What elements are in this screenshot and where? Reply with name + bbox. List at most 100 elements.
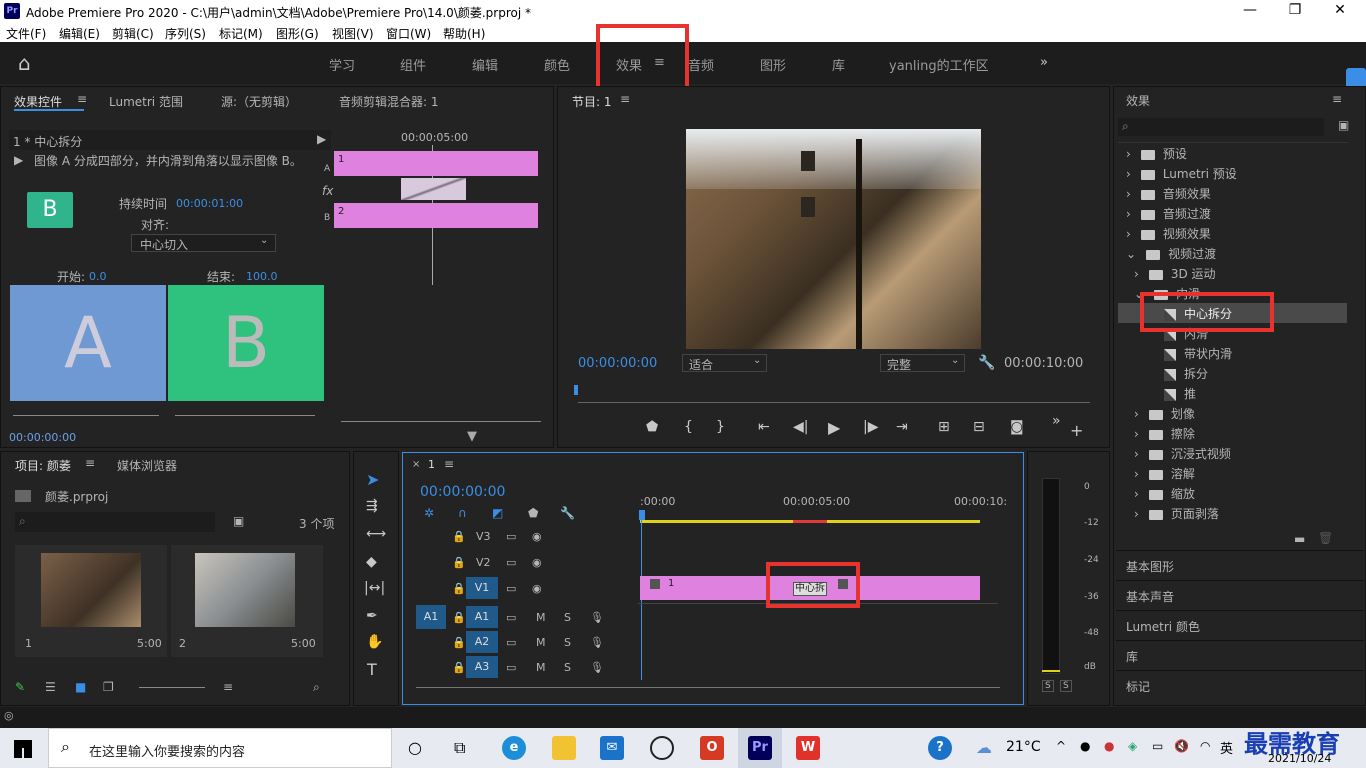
weather-text[interactable]: 21°C [1006, 739, 1041, 755]
tab-project[interactable]: 项目: 颜萎 [15, 457, 71, 474]
sync-lock-icon[interactable]: ▭ [506, 661, 516, 674]
list-view-icon[interactable]: ☰ [45, 680, 56, 694]
step-back-icon[interactable]: ◀| [793, 419, 808, 435]
go-to-in-icon[interactable]: ⇤ [758, 419, 770, 435]
lock-icon[interactable]: 🔒 [452, 611, 466, 624]
workspace-editing[interactable]: 编辑 [472, 55, 498, 74]
new-preset-bin-icon[interactable]: ▣ [1338, 118, 1349, 132]
mute-button[interactable]: M [536, 661, 546, 674]
cortana-icon[interactable]: ○ [408, 738, 422, 757]
menu-graphics[interactable]: 图形(G) [276, 25, 319, 42]
fit-dropdown[interactable]: 适合 ⌄ [682, 354, 767, 372]
minimize-button[interactable]: — [1240, 2, 1260, 18]
panel-menu-icon[interactable]: ≡ [77, 92, 87, 106]
tab-program[interactable]: 节目: 1 [572, 93, 612, 110]
folder-lumetri-presets[interactable]: › Lumetri 预设 [1126, 165, 1237, 182]
ec-zoom-scrollbar[interactable] [341, 421, 541, 422]
go-to-out-icon[interactable]: ⇥ [896, 419, 908, 435]
mark-in-icon[interactable]: { [684, 419, 693, 435]
home-icon[interactable]: ⌂ [18, 51, 31, 75]
workspace-libraries[interactable]: 库 [832, 55, 845, 74]
app-icon[interactable] [650, 736, 674, 760]
selection-tool-icon[interactable]: ➤ [366, 470, 379, 489]
sync-lock-icon[interactable]: ▭ [506, 611, 516, 624]
folder-audio-transitions[interactable]: › 音频过渡 [1126, 205, 1211, 222]
tray-icon[interactable]: ● [1080, 739, 1090, 753]
folder-wipe[interactable]: › 擦除 [1134, 425, 1195, 442]
share-icon[interactable] [1346, 68, 1366, 88]
type-tool-icon[interactable]: T [367, 660, 377, 679]
workspace-audio[interactable]: 音频 [688, 55, 714, 74]
tab-source[interactable]: 源:（无剪辑） [221, 93, 297, 110]
folder-zoom[interactable]: › 缩放 [1134, 485, 1195, 502]
ime-indicator[interactable]: 英 [1220, 738, 1233, 757]
security-icon[interactable]: ◈ [1128, 739, 1137, 753]
duration-value[interactable]: 00:00:01:00 [176, 197, 243, 210]
solo-button[interactable]: S [564, 661, 571, 674]
workspace-graphics[interactable]: 图形 [760, 55, 786, 74]
linked-selection-icon[interactable]: ∩ [458, 506, 467, 520]
folder-immersive-video[interactable]: › 沉浸式视频 [1134, 445, 1231, 462]
folder-page-peel[interactable]: › 页面剥落 [1134, 505, 1219, 522]
taskbar-date[interactable]: 2021/10/24 [1268, 752, 1331, 765]
lock-icon[interactable]: 🔒 [452, 582, 466, 595]
mic-icon[interactable]: 🎙 [590, 661, 604, 674]
wps-icon[interactable]: W [796, 736, 820, 760]
folder-audio-effects[interactable]: › 音频效果 [1126, 185, 1211, 202]
expand-arrow-icon[interactable]: ▶ [317, 132, 326, 146]
task-view-icon[interactable]: ⧉ [454, 738, 465, 758]
panel-essential-sound[interactable]: 基本声音 [1126, 588, 1174, 605]
zoom-slider[interactable] [139, 687, 205, 688]
menu-sequence[interactable]: 序列(S) [165, 25, 206, 42]
track-select-icon[interactable]: ⇶ [366, 498, 378, 514]
folder-presets[interactable]: › 预设 [1126, 145, 1187, 162]
mute-button[interactable]: M [536, 611, 546, 624]
panel-markers[interactable]: 标记 [1126, 678, 1150, 695]
eye-icon[interactable]: ◉ [532, 556, 542, 569]
lift-icon[interactable]: ⊞ [938, 419, 950, 435]
add-button-icon[interactable]: + [1070, 421, 1083, 440]
pencil-icon[interactable]: ✎ [15, 680, 25, 694]
panel-essential-graphics[interactable]: 基本图形 [1126, 558, 1174, 575]
razor-icon[interactable]: ◆ [366, 554, 377, 570]
end-slider[interactable] [175, 415, 315, 416]
add-marker-tl-icon[interactable]: ◩ [492, 506, 503, 520]
sync-lock-icon[interactable]: ▭ [506, 530, 516, 543]
workspace-color[interactable]: 颜色 [544, 55, 570, 74]
effects-menu-icon[interactable]: ≡ [1332, 92, 1342, 106]
effect-split[interactable]: 拆分 [1164, 365, 1208, 382]
panel-libraries[interactable]: 库 [1126, 648, 1138, 665]
folder-iris[interactable]: › 划像 [1134, 405, 1195, 422]
more-buttons-icon[interactable]: » [1052, 413, 1061, 429]
sync-lock-icon[interactable]: ▭ [506, 556, 516, 569]
panel-lumetri-color[interactable]: Lumetri 颜色 [1126, 618, 1200, 635]
sync-lock-icon[interactable]: ▭ [506, 582, 516, 595]
play-transition-icon[interactable]: ▶ [14, 153, 23, 167]
lock-icon[interactable]: 🔒 [452, 661, 466, 674]
volume-icon[interactable]: 🔇 [1174, 739, 1189, 753]
solo-button[interactable]: S [564, 636, 571, 649]
add-marker-icon[interactable]: ⬟ [646, 419, 658, 435]
maximize-button[interactable]: ❐ [1285, 2, 1305, 18]
new-bin-icon[interactable]: ▣ [233, 514, 244, 528]
program-menu-icon[interactable]: ≡ [620, 92, 630, 106]
zoom-bar[interactable] [578, 402, 1090, 403]
program-timecode[interactable]: 00:00:00:00 [578, 356, 657, 371]
sort-icon[interactable]: ≡ [223, 680, 233, 694]
play-icon[interactable]: ▶ [828, 418, 840, 437]
tab-media-browser[interactable]: 媒体浏览器 [117, 457, 177, 474]
ec-clip-a[interactable]: 1 [334, 151, 538, 176]
folder-video-transitions[interactable]: ⌄ 视频过渡 [1126, 245, 1216, 262]
end-value[interactable]: 100.0 [246, 270, 278, 283]
workspace-assembly[interactable]: 组件 [400, 55, 426, 74]
mark-out-icon[interactable]: } [716, 419, 725, 435]
timeline-scrollbar[interactable] [416, 687, 1000, 688]
ec-clip-b[interactable]: 2 [334, 203, 538, 228]
align-dropdown[interactable]: 中心切入 ⌄ [131, 234, 276, 252]
battery-icon[interactable]: ▭ [1152, 739, 1163, 753]
lock-icon[interactable]: 🔒 [452, 636, 466, 649]
snap-icon[interactable]: ✲ [424, 506, 434, 520]
filter-icon[interactable]: ▼ [467, 429, 477, 444]
timeline-settings-icon[interactable]: 🔧 [560, 506, 575, 520]
meter-solo-button[interactable]: S [1060, 680, 1072, 692]
